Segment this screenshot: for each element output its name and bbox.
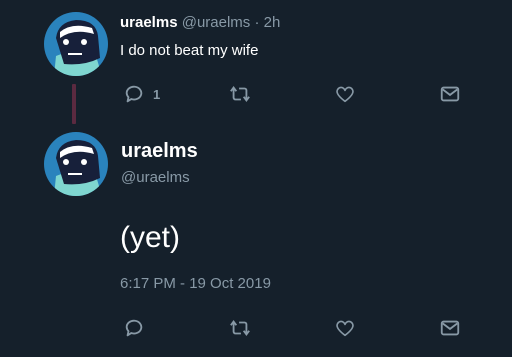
reply-button[interactable]	[123, 316, 145, 340]
like-button[interactable]	[334, 82, 356, 106]
retweet-button[interactable]	[229, 82, 251, 106]
tweet-timestamp[interactable]: 6:17 PM - 19 Oct 2019	[120, 274, 271, 294]
avatar[interactable]	[44, 132, 108, 196]
dm-icon	[440, 86, 460, 102]
avatar-image	[44, 12, 108, 76]
handle[interactable]: @uraelms	[182, 14, 251, 31]
reply-count: 1	[153, 86, 161, 102]
handle[interactable]: @uraelms	[121, 168, 190, 188]
avatar-image	[44, 132, 108, 196]
like-icon	[336, 86, 354, 103]
display-name[interactable]: uraelms	[121, 140, 198, 162]
like-icon	[336, 320, 354, 337]
retweet-icon	[230, 320, 250, 336]
tweet-header: uraelms @uraelms · 2h	[120, 14, 280, 32]
display-name[interactable]: uraelms	[120, 14, 178, 31]
timestamp[interactable]: 2h	[264, 14, 281, 31]
dm-button[interactable]	[439, 316, 461, 340]
avatar[interactable]	[44, 12, 108, 76]
dm-icon	[440, 320, 460, 336]
tweet-text: I do not beat my wife	[120, 42, 259, 59]
retweet-button[interactable]	[229, 316, 251, 340]
reply-icon	[125, 319, 143, 337]
thread-line	[72, 84, 76, 124]
tweet-actions: 1	[120, 82, 470, 106]
dm-button[interactable]	[439, 82, 461, 106]
reply-icon	[125, 85, 143, 103]
reply-button[interactable]: 1	[123, 82, 160, 106]
like-button[interactable]	[334, 316, 356, 340]
tweet-text: (yet)	[120, 221, 180, 254]
separator-dot: ·	[254, 14, 260, 31]
retweet-icon	[230, 86, 250, 102]
tweet-actions	[120, 316, 470, 340]
